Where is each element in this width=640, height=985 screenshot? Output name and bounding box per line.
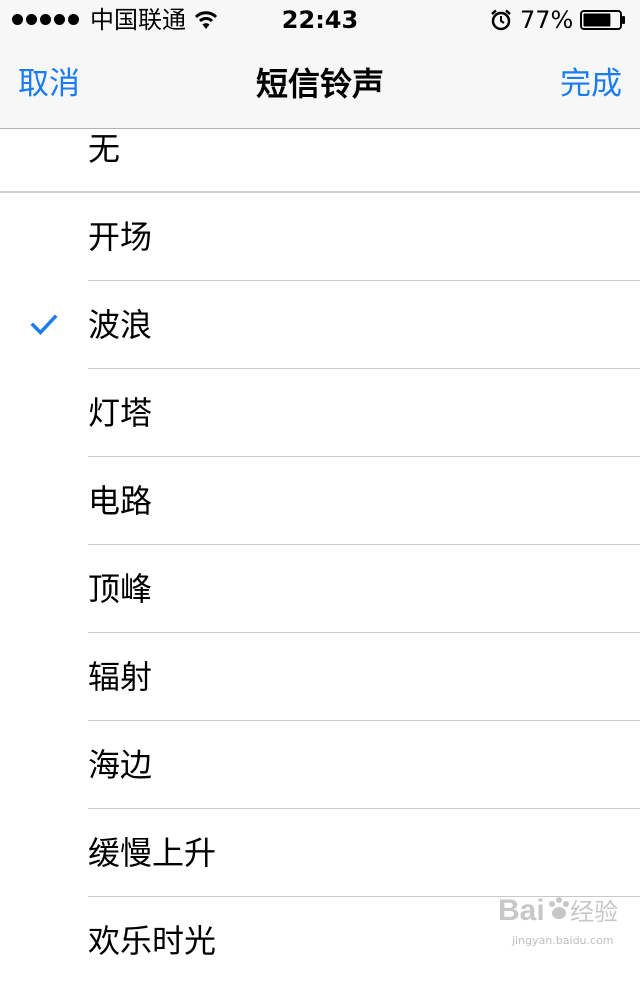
list-item-none[interactable]: 无	[0, 129, 640, 191]
list-item-label: 开场	[88, 218, 153, 256]
list-item-label: 灯塔	[88, 394, 153, 432]
list-item[interactable]: 电路	[0, 457, 640, 545]
list-item-label: 海边	[88, 746, 153, 784]
list-item-label: 辐射	[88, 658, 153, 696]
done-button[interactable]: 完成	[560, 64, 622, 104]
list-item[interactable]: 波浪	[0, 281, 640, 369]
list-item[interactable]: 灯塔	[0, 369, 640, 457]
watermark-url: jingyan.baidu.com	[512, 934, 614, 947]
svg-text:Bai: Bai	[498, 894, 545, 927]
page-title: 短信铃声	[255, 65, 384, 103]
watermark-logo: Bai 经验 jingyan.baidu.com	[496, 888, 628, 947]
list-item-label: 顶峰	[88, 570, 153, 608]
list-item[interactable]: 辐射	[0, 633, 640, 721]
svg-text:经验: 经验	[570, 898, 618, 926]
list-item-label: 无	[88, 130, 121, 168]
list-item[interactable]: 开场	[0, 193, 640, 281]
alarm-icon	[491, 9, 511, 31]
list-item[interactable]: 缓慢上升	[0, 809, 640, 897]
tone-list: 开场 波浪 灯塔 电路 顶峰 辐射 海边 缓慢上升 欢乐时光	[0, 193, 640, 985]
battery-percentage: 77%	[520, 6, 574, 34]
navigation-bar: 取消 短信铃声 完成	[0, 40, 640, 129]
list-item-label: 欢乐时光	[88, 922, 217, 960]
list-item-label: 缓慢上升	[88, 834, 217, 872]
list-item[interactable]: 海边	[0, 721, 640, 809]
list-item[interactable]: 顶峰	[0, 545, 640, 633]
baidu-paw-icon: Bai 经验	[498, 894, 618, 927]
status-bar: 中国联通 22:43 77%	[0, 0, 640, 40]
checkmark-icon	[30, 314, 58, 336]
list-item-label: 波浪	[88, 306, 153, 344]
list-item-label: 电路	[88, 482, 153, 520]
battery-icon	[580, 10, 625, 30]
